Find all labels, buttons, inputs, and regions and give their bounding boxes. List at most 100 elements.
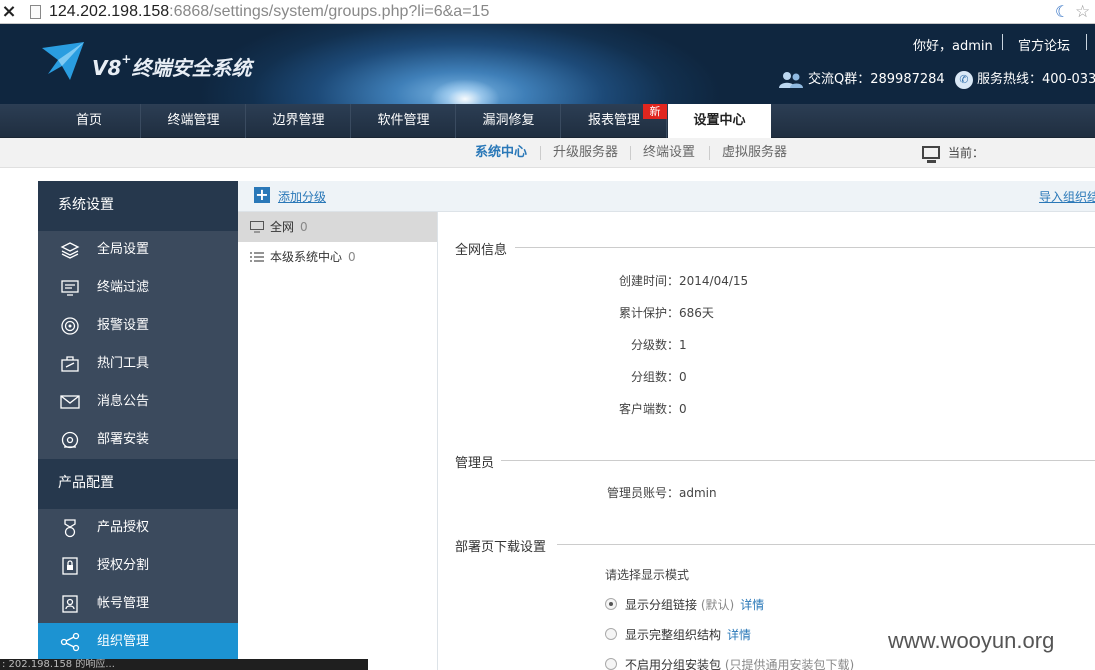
sidebar-item-label: 报警设置 <box>97 318 150 333</box>
group-tree: 全网 0 本级系统中心 0 <box>238 212 438 670</box>
sidebar-item-license-split[interactable]: 授权分割 <box>38 547 238 585</box>
mode-prompt: 请选择显示模式 <box>605 568 690 582</box>
browser-status-bar: : 202.198.158 的响应... <box>0 659 368 670</box>
divider <box>1086 34 1087 50</box>
section-title-admin: 管理员 <box>455 456 495 471</box>
watermark: www.wooyun.org <box>888 628 1055 653</box>
lock-card-icon <box>62 557 78 575</box>
section-divider <box>501 460 1095 461</box>
main-nav: 首页 终端管理 边界管理 软件管理 漏洞修复 报表管理 新 设置中心 <box>0 104 1095 138</box>
url-path: :6868/settings/system/groups.php?li=6&a=… <box>169 3 490 20</box>
option-show-group-link: 显示分组链接 (默认) 详情 <box>625 598 765 612</box>
subnav-virtual-server[interactable]: 虚拟服务器 <box>722 138 787 168</box>
sidebar-item-label: 组织管理 <box>97 634 150 649</box>
monitor-icon <box>922 146 940 163</box>
tree-node-count: 0 <box>300 220 308 234</box>
target-icon <box>61 317 79 335</box>
sidebar-section-product: 产品配置 <box>38 459 238 509</box>
option-disable-group-package: 不启用分组安装包 (只提供通用安装包下载) <box>625 658 855 670</box>
levels-row: 分级数：1 <box>631 338 687 352</box>
share-nodes-icon <box>60 632 80 652</box>
current-label: 当前： <box>948 146 985 160</box>
radio-show-group-link[interactable] <box>605 598 617 610</box>
sidebar-item-label: 授权分割 <box>97 558 150 573</box>
divider <box>540 146 541 160</box>
page-icon <box>30 5 41 19</box>
plus-icon[interactable]: + <box>254 187 270 203</box>
option-show-full-org: 显示完整组织结构 详情 <box>625 628 752 642</box>
radio-disable-group-package[interactable] <box>605 658 617 670</box>
sidebar-item-label: 终端过滤 <box>97 280 150 295</box>
users-icon <box>779 71 803 88</box>
subnav-system-center[interactable]: 系统中心 <box>475 138 527 168</box>
brand-name: V8+终端安全系统 <box>92 52 252 80</box>
nav-home[interactable]: 首页 <box>38 104 141 138</box>
nav-patch[interactable]: 漏洞修复 <box>457 104 561 138</box>
add-group-link[interactable]: 添加分级 <box>278 188 326 205</box>
tree-node-local-center[interactable]: 本级系统中心 0 <box>238 242 437 272</box>
url-host: 124.202.198.158 <box>49 3 170 20</box>
sidebar-item-label: 全局设置 <box>97 242 150 257</box>
detail-panel: 全网信息 创建时间：2014/04/15 累计保护：686天 分级数：1 分组数… <box>439 212 1095 670</box>
tree-node-label: 本级系统中心 <box>270 250 343 264</box>
nav-settings[interactable]: 设置中心 <box>668 104 771 138</box>
extension-icon[interactable]: ☾ <box>1055 3 1073 21</box>
divider <box>1002 34 1003 50</box>
nav-boundary[interactable]: 边界管理 <box>247 104 351 138</box>
created-time-row: 创建时间：2014/04/15 <box>619 274 749 288</box>
section-divider <box>557 544 1095 545</box>
user-card-icon <box>62 595 78 613</box>
divider <box>709 146 710 160</box>
content-toolbar: + 添加分级 导入组织结 <box>238 181 1095 212</box>
toolbox-icon <box>61 356 79 372</box>
subnav-terminal-settings[interactable]: 终端设置 <box>643 138 695 168</box>
sidebar: 系统设置 全局设置 终端过滤 报警设置 热门工具 消息公告 部署安装 产品配置 … <box>38 181 238 670</box>
sidebar-item-announcements[interactable]: 消息公告 <box>38 383 238 421</box>
qq-group: 交流Q群：289987284 <box>778 68 945 89</box>
section-divider <box>515 247 1095 248</box>
list-icon <box>250 252 264 262</box>
import-org-link[interactable]: 导入组织结 <box>1039 188 1095 205</box>
sub-nav: 系统中心 升级服务器 终端设置 虚拟服务器 当前： <box>0 138 1095 168</box>
medal-icon <box>64 519 76 538</box>
sidebar-item-global-settings[interactable]: 全局设置 <box>38 231 238 269</box>
logo-bird-icon <box>42 42 84 80</box>
sidebar-item-organization[interactable]: 组织管理 <box>38 623 238 661</box>
divider <box>630 146 631 160</box>
sidebar-item-hot-tools[interactable]: 热门工具 <box>38 345 238 383</box>
site-header: V8+终端安全系统 你好，admin 官方论坛 交流Q群：289987284 ✆… <box>0 24 1095 104</box>
tree-node-count: 0 <box>348 250 356 264</box>
sidebar-section-system: 系统设置 <box>38 181 238 231</box>
nav-software[interactable]: 软件管理 <box>352 104 456 138</box>
monitor-icon <box>250 221 264 233</box>
tree-node-all[interactable]: 全网 0 <box>238 212 437 242</box>
sidebar-item-accounts[interactable]: 帐号管理 <box>38 585 238 623</box>
groups-row: 分组数：0 <box>631 370 687 384</box>
protect-days-row: 累计保护：686天 <box>619 306 714 320</box>
radio-show-full-org[interactable] <box>605 628 617 640</box>
new-badge: 新 <box>643 104 667 119</box>
section-title-net-info: 全网信息 <box>455 243 508 258</box>
star-icon[interactable]: ☆ <box>1075 2 1093 22</box>
greeting: 你好，admin <box>913 39 993 54</box>
disc-gear-icon <box>61 431 79 449</box>
details-link[interactable]: 详情 <box>727 628 751 642</box>
sidebar-item-deploy[interactable]: 部署安装 <box>38 421 238 459</box>
sidebar-item-terminal-filter[interactable]: 终端过滤 <box>38 269 238 307</box>
close-icon[interactable]: × <box>0 1 18 23</box>
sidebar-item-label: 部署安装 <box>97 432 150 447</box>
monitor-filter-icon <box>61 280 79 296</box>
sidebar-item-license[interactable]: 产品授权 <box>38 509 238 547</box>
details-link[interactable]: 详情 <box>740 598 764 612</box>
nav-terminal[interactable]: 终端管理 <box>142 104 246 138</box>
forum-link[interactable]: 官方论坛 <box>1018 35 1070 54</box>
section-title-deploy: 部署页下载设置 <box>455 540 547 555</box>
tree-node-label: 全网 <box>270 220 295 234</box>
subnav-upgrade-server[interactable]: 升级服务器 <box>553 138 618 168</box>
phone-icon: ✆ <box>955 70 973 89</box>
url-field[interactable]: 124.202.198.158:6868/settings/system/gro… <box>49 0 489 24</box>
layers-icon <box>60 242 80 259</box>
sidebar-item-label: 帐号管理 <box>97 596 150 611</box>
sidebar-item-alarm-settings[interactable]: 报警设置 <box>38 307 238 345</box>
sidebar-item-label: 热门工具 <box>97 356 150 371</box>
